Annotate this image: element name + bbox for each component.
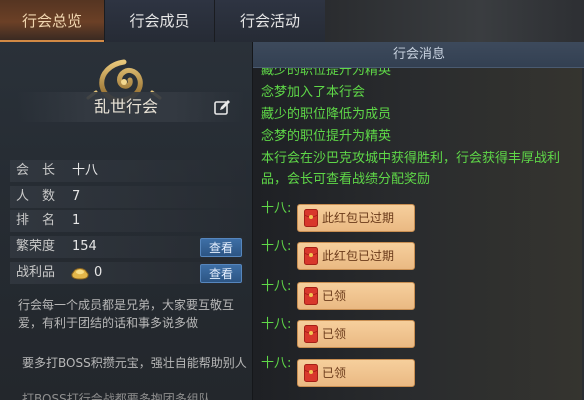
guild-overview-panel: 乱世行会 会 长 十八 人 数 7 排 名 1 繁荣度 154 查看 战利品 0… bbox=[0, 42, 252, 400]
message-line: 藏少的职位降低为成员 bbox=[261, 107, 392, 122]
red-packet-sender: 十八: bbox=[261, 239, 292, 254]
loot-label: 战利品 bbox=[16, 265, 56, 280]
red-packet-status: 已领 bbox=[322, 366, 347, 380]
red-packet-card[interactable]: 此红包已过期 bbox=[297, 242, 415, 270]
members-value: 7 bbox=[72, 189, 81, 204]
red-packet-status: 已领 bbox=[322, 327, 347, 341]
red-packet-card[interactable]: 此红包已过期 bbox=[297, 204, 415, 232]
guild-note: 要多打BOSS积攒元宝，强壮自能帮助别人 bbox=[22, 356, 247, 370]
red-packet-status: 此红包已过期 bbox=[322, 211, 395, 225]
red-packet-sender: 十八: bbox=[261, 279, 292, 294]
leader-value: 十八 bbox=[72, 163, 99, 178]
red-packet-status: 已领 bbox=[322, 289, 347, 303]
messages-title: 行会消息 bbox=[392, 47, 445, 62]
tab-guild-members[interactable]: 行会成员 bbox=[104, 0, 214, 42]
red-packet-message: 十八: 已领 bbox=[261, 278, 581, 310]
red-envelope-icon bbox=[304, 209, 318, 227]
members-label: 人 数 bbox=[16, 189, 56, 204]
guild-messages-panel: 行会消息 藏少的职位提升为精英 念梦加入了本行会 藏少的职位降低为成员 念梦的职… bbox=[252, 42, 584, 400]
stat-row-members: 人 数 7 bbox=[10, 186, 246, 208]
red-packet-status: 此红包已过期 bbox=[322, 249, 395, 263]
guild-note-cut: 打BOSS打行会战都要多抱团多组队 bbox=[22, 392, 211, 400]
stat-row-leader: 会 长 十八 bbox=[10, 160, 246, 182]
tab-guild-activities[interactable]: 行会活动 bbox=[214, 0, 325, 42]
red-envelope-icon bbox=[304, 325, 318, 343]
leader-label: 会 长 bbox=[16, 163, 56, 178]
edit-icon[interactable] bbox=[213, 99, 231, 117]
red-packet-message: 十八: 已领 bbox=[261, 316, 581, 348]
view-prosperity-button[interactable]: 查看 bbox=[200, 238, 242, 257]
messages-header: 行会消息 bbox=[253, 42, 584, 68]
rank-value: 1 bbox=[72, 213, 81, 228]
view-loot-button[interactable]: 查看 bbox=[200, 264, 242, 283]
red-packet-card[interactable]: 已领 bbox=[297, 282, 415, 310]
red-envelope-icon bbox=[304, 364, 318, 382]
red-envelope-icon bbox=[304, 287, 318, 305]
message-line: 念梦加入了本行会 bbox=[261, 85, 366, 100]
red-packet-card[interactable]: 已领 bbox=[297, 359, 415, 387]
red-packet-card[interactable]: 已领 bbox=[297, 320, 415, 348]
guild-announcement: 行会每一个成员都是兄弟，大家要互敬互爱，有利于团结的话和事多说多做 bbox=[18, 298, 235, 330]
red-packet-message: 十八: 此红包已过期 bbox=[261, 238, 581, 270]
message-line: 念梦的职位提升为精英 bbox=[261, 129, 392, 144]
stat-row-rank: 排 名 1 bbox=[10, 210, 246, 232]
prosperity-label: 繁荣度 bbox=[16, 239, 56, 254]
message-line: 藏少的职位提升为精英 bbox=[261, 68, 392, 78]
red-packet-message: 十八: 已领 bbox=[261, 355, 581, 387]
gold-ingot-icon bbox=[71, 268, 89, 280]
red-packet-sender: 十八: bbox=[261, 317, 292, 332]
loot-value: 0 bbox=[94, 265, 103, 280]
message-line: 本行会在沙巴克攻城中获得胜利，行会获得丰厚战利品，会长可查看战绩分配奖励 bbox=[261, 151, 561, 187]
tab-guild-overview[interactable]: 行会总览 bbox=[0, 0, 104, 42]
prosperity-value: 154 bbox=[72, 239, 97, 254]
red-envelope-icon bbox=[304, 247, 318, 265]
stat-row-prosperity: 繁荣度 154 查看 bbox=[10, 236, 246, 258]
red-packet-message: 十八: 此红包已过期 bbox=[261, 200, 581, 232]
stat-row-loot: 战利品 0 查看 bbox=[10, 262, 246, 284]
rank-label: 排 名 bbox=[16, 213, 56, 228]
messages-list[interactable]: 藏少的职位提升为精英 念梦加入了本行会 藏少的职位降低为成员 念梦的职位提升为精… bbox=[261, 68, 584, 400]
background-scene bbox=[325, 0, 584, 42]
red-packet-sender: 十八: bbox=[261, 201, 292, 216]
tab-bar: 行会总览 行会成员 行会活动 bbox=[0, 0, 584, 42]
red-packet-sender: 十八: bbox=[261, 356, 292, 371]
